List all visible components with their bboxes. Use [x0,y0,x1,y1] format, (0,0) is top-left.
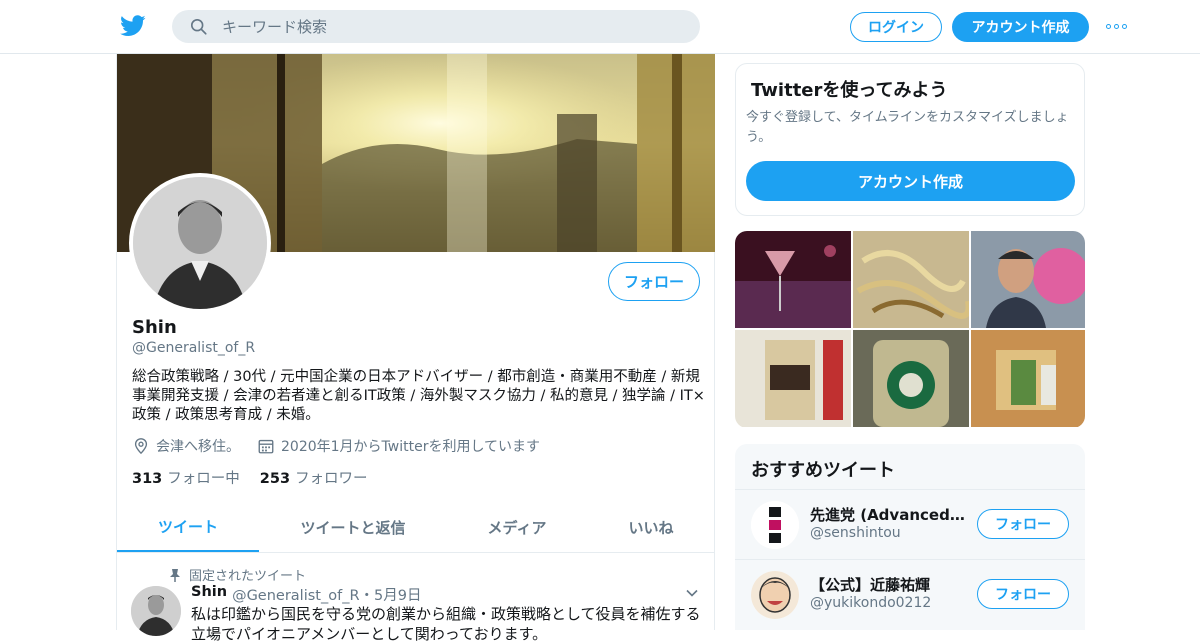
tweet-text: 私は印鑑から国民を守る党の創業から組織・政策戦略として役員を補佐する立場でパイオ… [191,605,701,643]
media-thumbnail[interactable] [853,231,969,328]
tweet-header: Shin @Generalist_of_R・5月9日 [191,584,421,605]
calendar-icon [258,439,274,454]
recommended-handle[interactable]: @senshintou [810,525,901,541]
joined-text: 2020年1月からTwitterを利用しています [281,439,541,455]
recommended-account[interactable]: 先進党 (Advanced Pa… @senshintou フォロー [735,489,1085,558]
profile-bio: 総合政策戦略 / 30代 / 元中国企業の日本アドバイザー / 都市創造・商業用… [132,369,705,423]
profile-tabs: ツイート ツイートと返信 メディア いいね [117,502,715,553]
profile-avatar[interactable] [129,173,271,313]
follow-counts: 313 フォロー中 253 フォロワー [132,467,368,488]
followers-link[interactable]: 253 フォロワー [260,467,368,488]
recommended-tweets-panel: おすすめツイート 先進党 (Advanced Pa… @senshintou フ… [735,444,1085,630]
chevron-down-icon[interactable] [685,586,699,600]
media-gallery [735,231,1085,428]
media-thumbnail[interactable] [735,330,851,427]
search-bar[interactable] [172,10,700,43]
recommended-name[interactable]: 【公式】近藤祐輝 [810,574,970,595]
tab-media[interactable]: メディア [447,502,587,552]
media-thumbnail[interactable] [971,330,1085,427]
recommended-avatar[interactable] [751,571,799,619]
follow-button[interactable]: フォロー [608,262,700,301]
media-thumbnail[interactable] [853,330,969,427]
login-button[interactable]: ログイン [850,12,942,42]
recommended-follow-button[interactable]: フォロー [977,509,1069,539]
pin-icon [170,568,180,582]
followers-count: 253 [259,471,291,487]
signup-card-button[interactable]: アカウント作成 [746,161,1075,201]
media-thumbnail[interactable] [735,231,851,328]
recommended-account[interactable]: 【公式】近藤祐輝 @yukikondo0212 フォロー [735,559,1085,628]
recommended-follow-button[interactable]: フォロー [977,579,1069,609]
search-icon [190,18,207,35]
profile-name: Shin [132,317,177,338]
signup-card: Twitterを使ってみよう 今すぐ登録して、タイムラインをカスタマイズしましょ… [735,63,1085,216]
following-link[interactable]: 313 フォロー中 [132,467,240,488]
recommended-handle[interactable]: @yukikondo0212 [810,595,931,611]
pinned-text: 固定されたツイート [189,569,307,584]
more-options-icon[interactable] [1106,18,1130,34]
search-input[interactable] [222,17,662,36]
twitter-bird-icon[interactable] [120,14,146,38]
recommended-title: おすすめツイート [751,460,895,481]
profile-handle[interactable]: @Generalist_of_R [132,340,255,356]
tab-tweets[interactable]: ツイート [117,502,259,552]
tweet-author-avatar[interactable] [131,586,181,636]
profile-location: 会津へ移住。 [132,436,240,456]
signup-button[interactable]: アカウント作成 [952,12,1089,42]
location-text: 会津へ移住。 [156,439,240,455]
following-label: フォロー中 [167,471,240,487]
tweet-handle-date[interactable]: @Generalist_of_R・5月9日 [232,584,421,605]
recommended-name[interactable]: 先進党 (Advanced Pa… [810,504,970,525]
signup-card-description: 今すぐ登録して、タイムラインをカスタマイズしましょう。 [746,110,1069,145]
tweet-author-name[interactable]: Shin [191,584,227,605]
profile-joined: 2020年1月からTwitterを利用しています [257,436,540,456]
pinned-tweet-label: 固定されたツイート [169,565,306,584]
top-nav-bar: ログイン アカウント作成 [0,0,1200,54]
tab-tweets-replies[interactable]: ツイートと返信 [259,502,447,552]
media-thumbnail[interactable] [971,231,1085,328]
followers-label: フォロワー [295,471,368,487]
tab-likes[interactable]: いいね [587,502,715,552]
location-pin-icon [134,438,148,455]
recommended-avatar[interactable] [751,501,799,549]
signup-card-title: Twitterを使ってみよう [751,80,948,101]
following-count: 313 [132,471,163,487]
profile-column: フォロー Shin @Generalist_of_R 総合政策戦略 / 30代 … [116,54,715,643]
